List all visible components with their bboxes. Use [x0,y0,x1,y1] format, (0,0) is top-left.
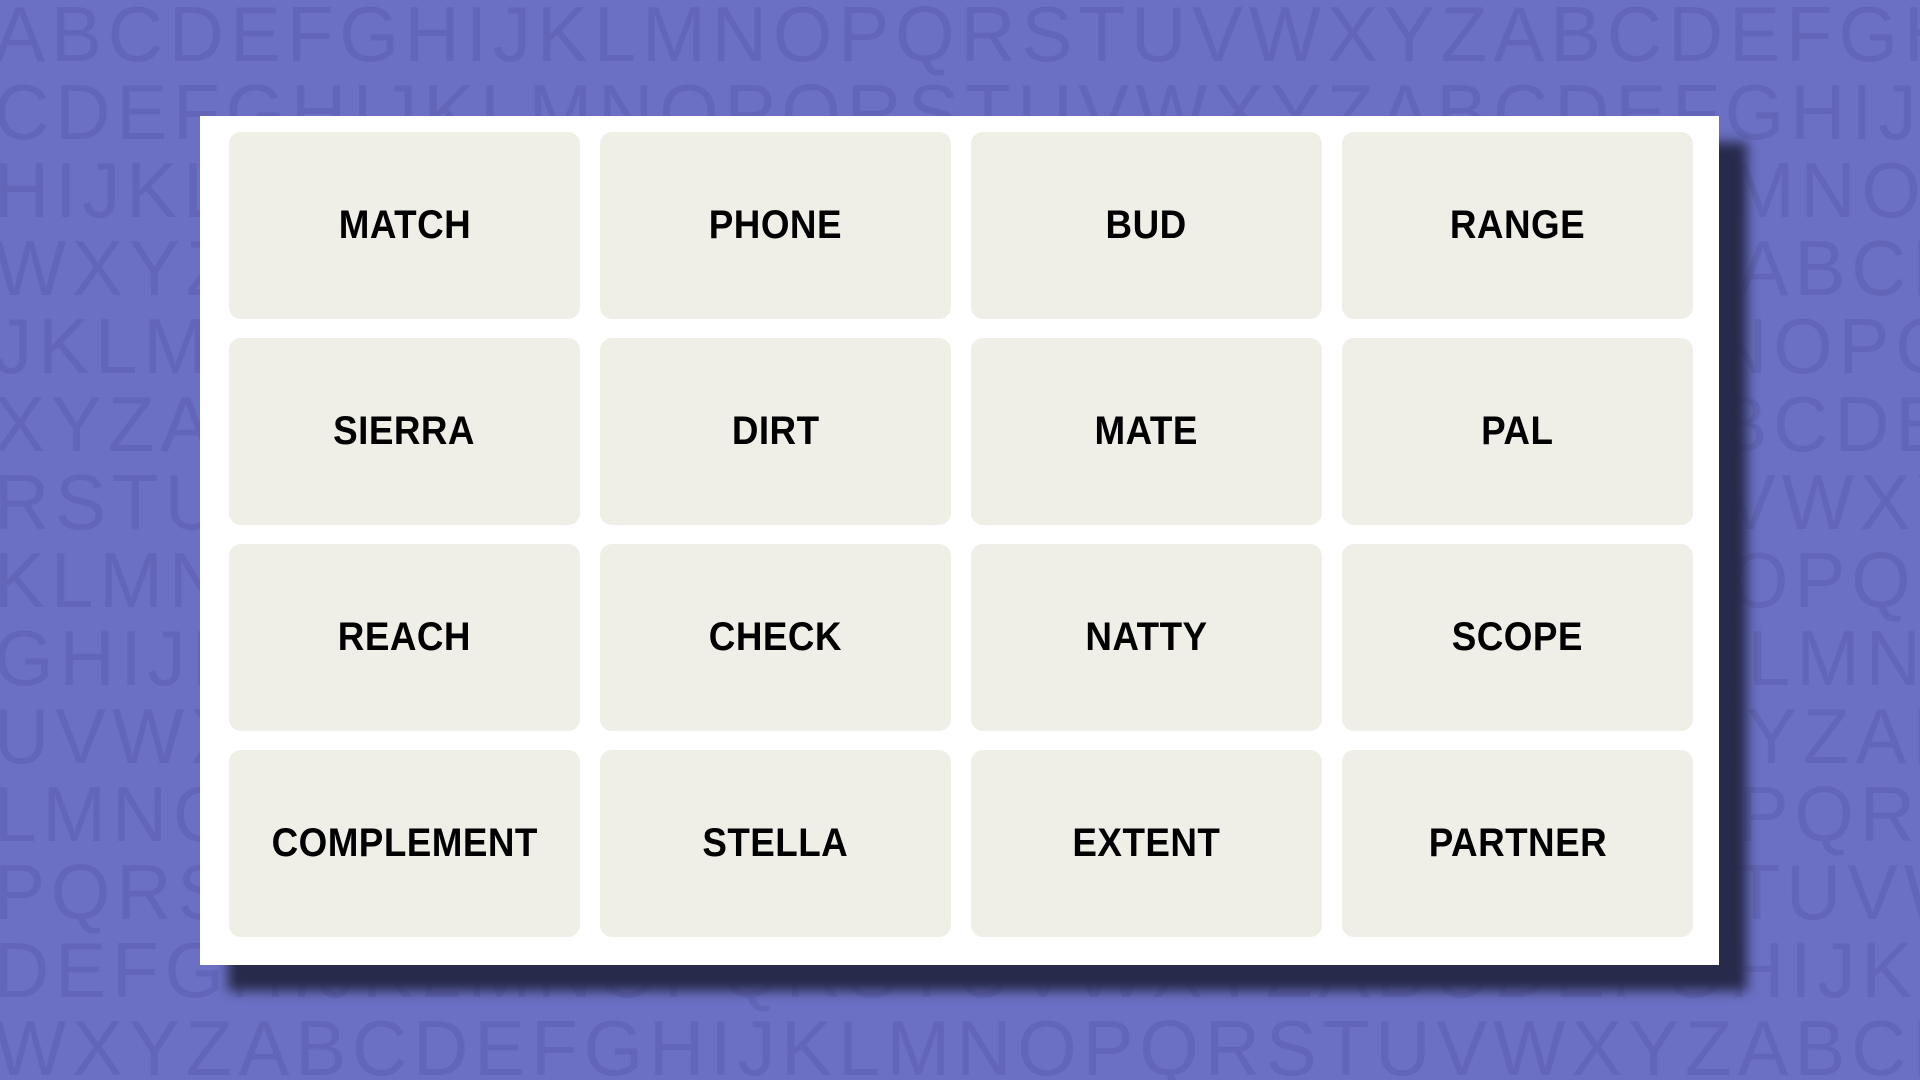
word-tile[interactable]: MATCH [229,132,580,319]
word-tile[interactable]: NATTY [971,544,1322,731]
word-tile[interactable]: PHONE [600,132,951,319]
tile-label: COMPLEMENT [271,821,538,865]
word-tile[interactable]: COMPLEMENT [229,750,580,937]
tile-label: SIERRA [333,409,476,453]
tile-label: BUD [1105,203,1188,247]
word-tile[interactable]: STELLA [600,750,951,937]
word-tile[interactable]: MATE [971,338,1322,525]
tile-label: EXTENT [1072,821,1221,865]
word-tile[interactable]: CHECK [600,544,951,731]
word-tile[interactable]: DIRT [600,338,951,525]
tile-label: PHONE [708,203,843,247]
word-tile[interactable]: SIERRA [229,338,580,525]
background-letter-row: ABCDEFGHIJKLMNOPQRSTUVWXYZABCDEFGHIJ [0,0,1920,78]
background-letter-row: WXYZABCDEFGHIJKLMNOPQRSTUVWXYZABCDEF [0,1004,1920,1080]
game-board: MATCH PHONE BUD RANGE SIERRA DIRT MATE P… [200,116,1719,965]
word-tile[interactable]: EXTENT [971,750,1322,937]
tile-label: STELLA [702,821,849,865]
tile-label: DIRT [731,409,820,453]
tile-grid: MATCH PHONE BUD RANGE SIERRA DIRT MATE P… [229,132,1693,937]
word-tile[interactable]: PAL [1342,338,1693,525]
tile-label: SCOPE [1451,615,1584,659]
tile-label: REACH [337,615,472,659]
word-tile[interactable]: BUD [971,132,1322,319]
tile-label: PAL [1481,409,1554,453]
tile-label: MATCH [338,203,471,247]
tile-label: MATE [1094,409,1199,453]
tile-label: PARTNER [1428,821,1607,865]
word-tile[interactable]: REACH [229,544,580,731]
tile-label: NATTY [1085,615,1208,659]
word-tile[interactable]: RANGE [1342,132,1693,319]
tile-label: CHECK [708,615,843,659]
word-tile[interactable]: SCOPE [1342,544,1693,731]
word-tile[interactable]: PARTNER [1342,750,1693,937]
tile-label: RANGE [1449,203,1586,247]
